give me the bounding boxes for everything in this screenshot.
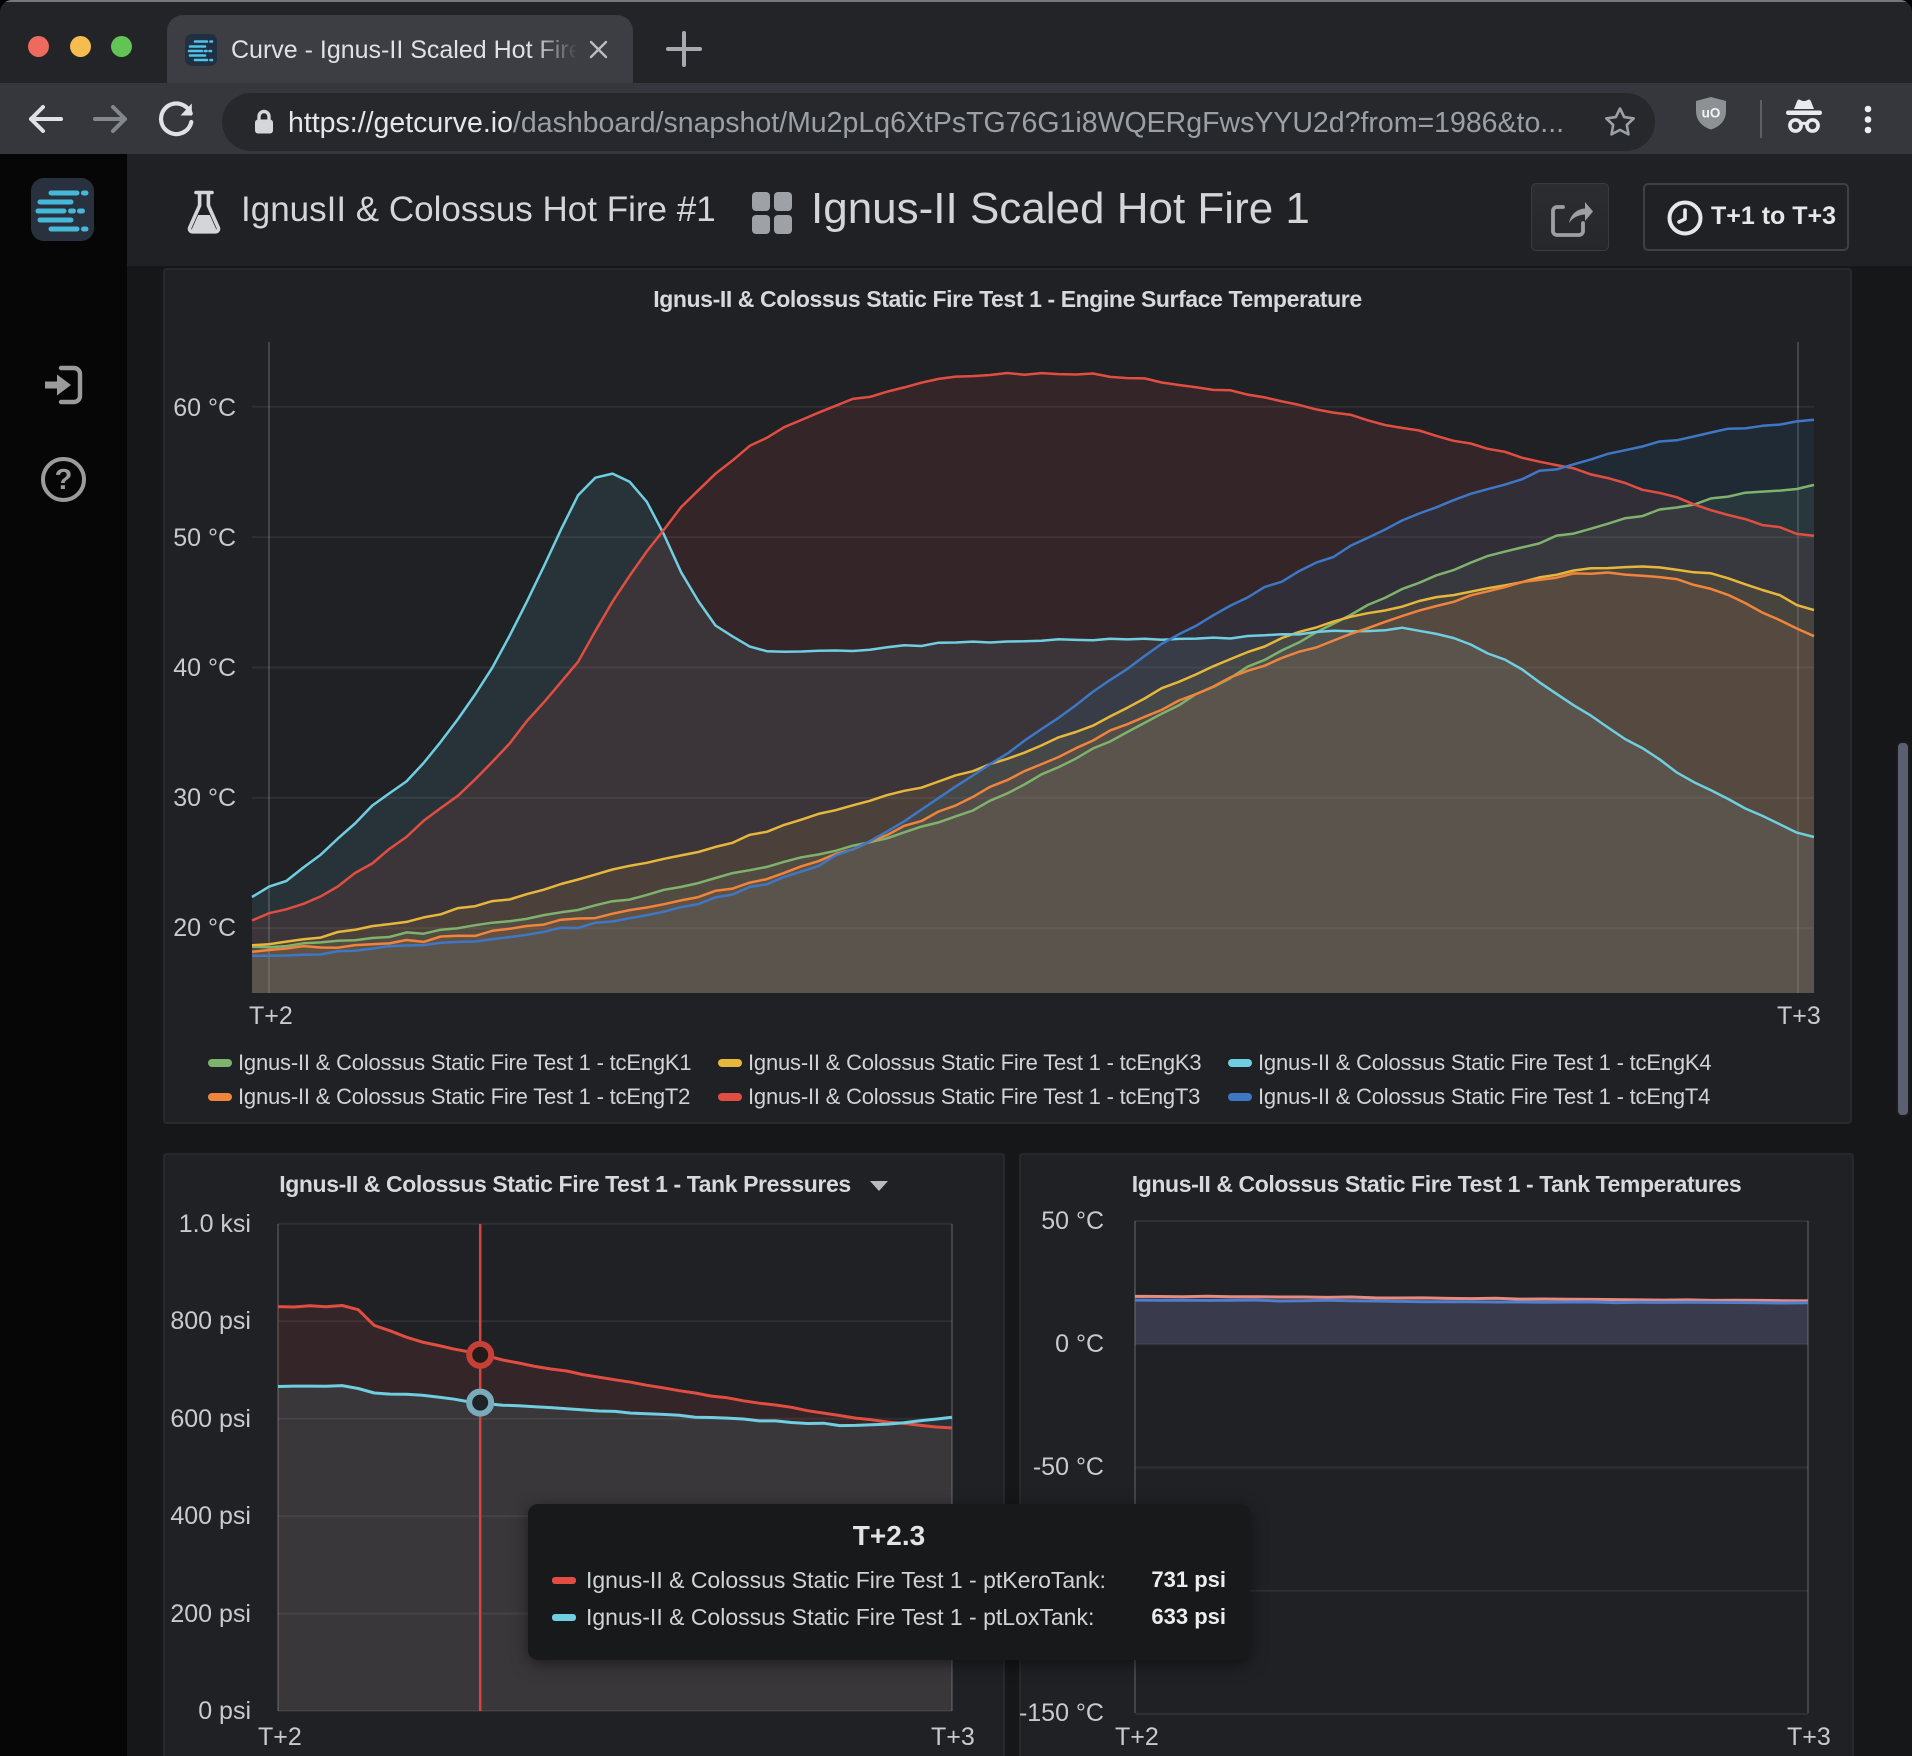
svg-text:uO: uO (1702, 106, 1721, 121)
svg-text:?: ? (55, 464, 73, 496)
